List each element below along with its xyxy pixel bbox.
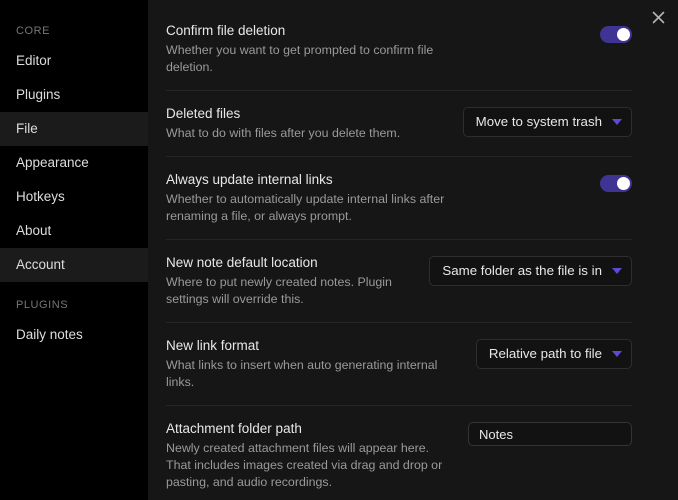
toggle-switch[interactable] [600,26,632,43]
sidebar-item-daily-notes[interactable]: Daily notes [0,318,148,352]
setting-name: Always update internal links [166,172,333,187]
dropdown-select[interactable]: Relative path to file [475,339,632,369]
setting-control [600,171,632,192]
chevron-down-icon [612,268,622,274]
setting-description: What to do with files after you delete t… [166,126,401,140]
dropdown-selected-value: Relative path to file [488,346,602,361]
setting-description: Whether you want to get prompted to conf… [166,43,434,74]
setting-info: New link format What links to insert when… [166,337,456,391]
setting-control: Relative path to file [475,337,632,369]
chevron-down-icon [612,351,622,357]
setting-description: What links to insert when auto generatin… [166,358,438,389]
setting-name: New link format [166,338,260,353]
setting-name: New note default location [166,255,318,270]
setting-info: New note default location Where to put ne… [166,254,413,308]
setting-info: Confirm file deletion Whether you want to… [166,22,456,76]
settings-sidebar: CORE Editor Plugins File Appearance Hotkeys Ab… [0,0,148,500]
sidebar-section-gap [0,282,148,292]
sidebar-item-account[interactable]: Account [0,248,148,282]
settings-main-panel: Confirm file deletion Whether you want to… [148,0,678,500]
sidebar-item-hotkeys[interactable]: Hotkeys [0,180,148,214]
setting-info: Always update internal links Whether to a… [166,171,456,225]
sidebar-item-about[interactable]: About [0,214,148,248]
setting-info: Attachment folder path Newly created atta… [166,420,452,491]
sidebar-section-title: CORE [16,25,50,37]
dropdown-selected-value: Move to system trash [475,114,602,129]
setting-description: Whether to automatically update internal… [166,192,445,223]
setting-row: Always update internal links Whether to a… [166,171,632,240]
setting-description: Newly created attachment files will appe… [166,441,443,489]
dropdown-select[interactable]: Move to system trash [462,107,632,137]
setting-control [600,22,632,43]
setting-name: Deleted files [166,106,241,121]
setting-name: Confirm file deletion [166,23,286,38]
settings-list: Confirm file deletion Whether you want to… [166,0,632,500]
setting-row: Deleted files What to do with files after… [166,105,632,157]
setting-row: New note default location Where to put ne… [166,254,632,323]
setting-name: Attachment folder path [166,421,302,436]
setting-control [468,420,632,446]
setting-row: New link format What links to insert when… [166,337,632,406]
toggle-knob [617,28,630,41]
toggle-knob [617,177,630,190]
sidebar-item-file[interactable]: File [0,112,148,146]
sidebar-item-editor[interactable]: Editor [0,44,148,78]
chevron-down-icon [612,119,622,125]
sidebar-section-title: PLUGINS [16,299,69,311]
close-icon[interactable] [644,3,672,31]
setting-control: Same folder as the file is in [429,254,632,286]
sidebar-item-appearance[interactable]: Appearance [0,146,148,180]
sidebar-item-plugins[interactable]: Plugins [0,78,148,112]
settings-modal: CORE Editor Plugins File Appearance Hotkeys Ab… [0,0,678,500]
toggle-switch[interactable] [600,175,632,192]
setting-info: Deleted files What to do with files after… [166,105,447,142]
setting-description: Where to put newly created notes. Plugin… [166,275,392,306]
dropdown-selected-value: Same folder as the file is in [442,263,602,278]
setting-control: Move to system trash [462,105,632,137]
attachment-folder-path-input[interactable] [468,422,632,446]
dropdown-select[interactable]: Same folder as the file is in [429,256,632,286]
setting-row: Confirm file deletion Whether you want to… [166,22,632,91]
setting-row: Attachment folder path Newly created atta… [166,420,632,500]
